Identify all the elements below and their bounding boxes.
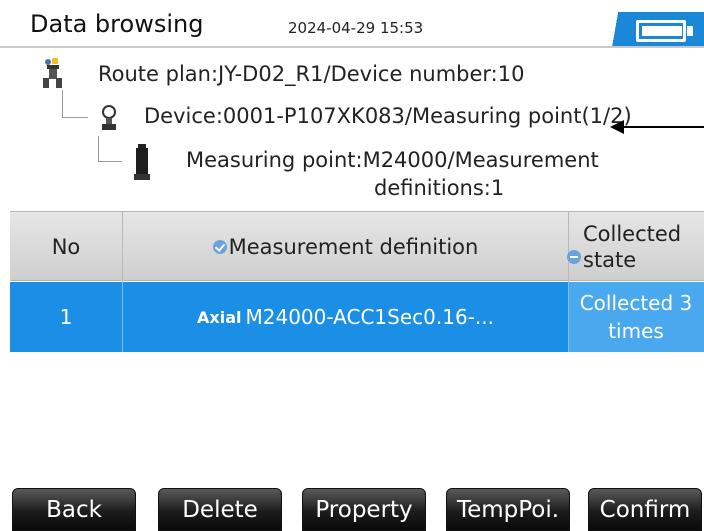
device-label[interactable]: Device:0001-P107XK083/Measuring point(1/… [144, 104, 632, 128]
device-icon [102, 105, 116, 130]
column-header-no[interactable]: No [10, 212, 122, 282]
check-circle-icon [212, 240, 227, 254]
tree-connector [98, 136, 122, 162]
title-bar: Data browsing 2024-04-29 15:53 [0, 0, 704, 48]
row-state-line2: times [608, 319, 664, 343]
header-divider [0, 46, 704, 48]
table-header: No Measurement definition Collected stat… [10, 211, 704, 282]
column-header-state[interactable]: Collected state [567, 212, 704, 282]
column-header-no-label: No [51, 235, 81, 259]
route-plan-icon [43, 58, 62, 88]
row-state-line1: Collected 3 [579, 291, 693, 315]
page-title: Data browsing [30, 10, 204, 38]
column-header-state-line1: Collected [583, 222, 682, 246]
measuring-point-icon [134, 144, 150, 180]
column-header-definition-label: Measurement definition [228, 235, 479, 259]
datetime-label: 2024-04-29 15:53 [288, 19, 424, 37]
measuring-point-label-line2: definitions:1 [374, 176, 505, 200]
temppoi-button[interactable]: TempPoi. [446, 488, 570, 531]
property-button[interactable]: Property [302, 488, 426, 531]
arrow-line [622, 126, 704, 128]
row-definition-label: M24000-ACC1Sec0.16-... [245, 305, 494, 329]
row-state: Collected 3 times [568, 282, 704, 352]
row-definition-prefix: Axial [197, 307, 242, 327]
row-no: 1 [59, 305, 73, 329]
table-row[interactable]: 1 Axial M24000-ACC1Sec0.16-... Collected… [10, 282, 704, 352]
column-header-state-line2: state [583, 248, 637, 272]
measuring-point-label-line1[interactable]: Measuring point:M24000/Measurement [186, 148, 599, 172]
column-header-definition[interactable]: Measurement definition [123, 212, 568, 282]
confirm-button[interactable]: Confirm [588, 488, 702, 531]
route-plan-label[interactable]: Route plan:JY-D02_R1/Device number:10 [98, 62, 524, 86]
battery-icon [606, 12, 704, 46]
minus-circle-icon [567, 250, 581, 264]
tree-connector [62, 90, 88, 118]
back-button[interactable]: Back [12, 488, 136, 531]
delete-button[interactable]: Delete [158, 488, 282, 531]
row-definition: Axial M24000-ACC1Sec0.16-... [123, 282, 568, 352]
